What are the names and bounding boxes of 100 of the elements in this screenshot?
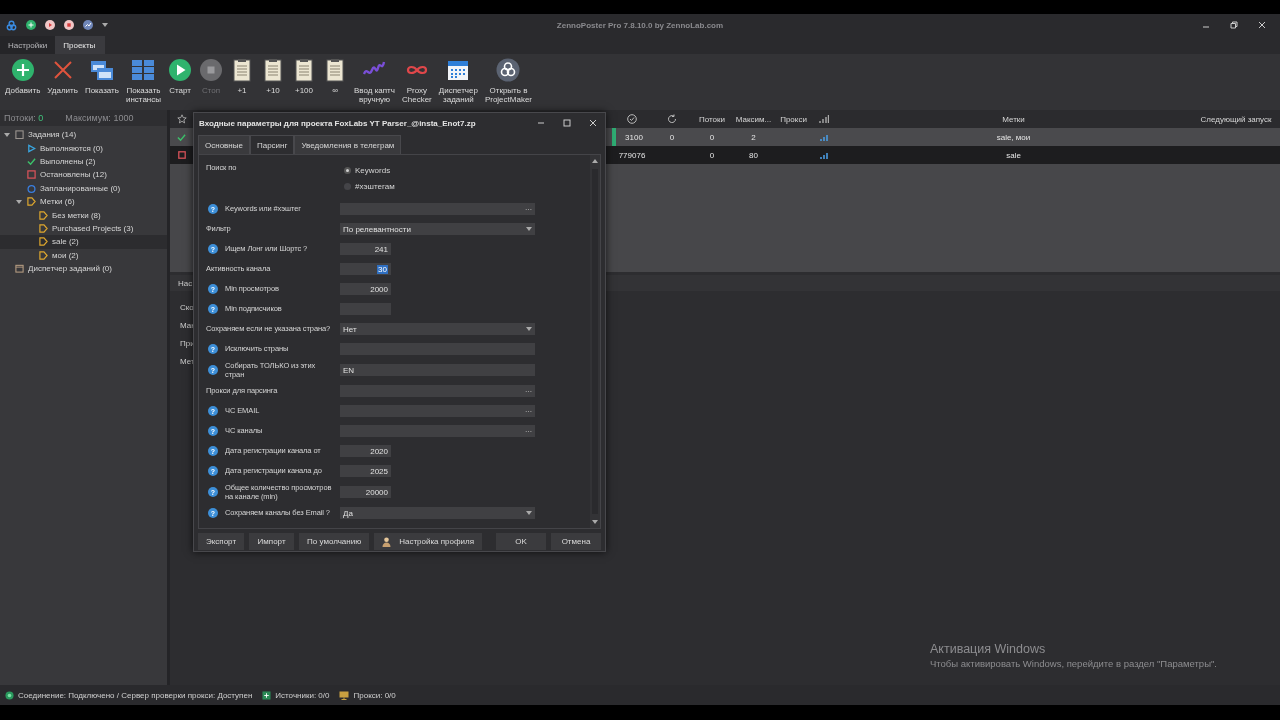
menu-tab[interactable]: Настройки bbox=[0, 36, 56, 54]
clipboard-icon bbox=[261, 58, 285, 82]
tree-item[interactable]: Выполняются (0) bbox=[0, 141, 167, 155]
radio-option[interactable]: Keywords bbox=[344, 165, 395, 175]
refresh-icon bbox=[667, 114, 677, 124]
stop-icon bbox=[199, 58, 223, 82]
counter-value: 1000 bbox=[113, 113, 134, 123]
scroll-down-icon[interactable] bbox=[592, 520, 598, 524]
close-icon[interactable] bbox=[589, 119, 597, 127]
check-icon bbox=[177, 132, 186, 142]
tree-item[interactable]: мои (2) bbox=[0, 248, 167, 262]
toolbar-button[interactable]: Старт bbox=[165, 58, 195, 95]
scrollbar[interactable] bbox=[590, 155, 600, 528]
tree-item[interactable]: sale (2) bbox=[0, 235, 167, 249]
tree-item[interactable]: Purchased Projects (3) bbox=[0, 221, 167, 236]
toolbar-button[interactable]: +1 bbox=[227, 58, 257, 95]
toolbar-button[interactable]: ∞ bbox=[320, 58, 350, 95]
caret-icon bbox=[526, 511, 532, 515]
field-label: Мет bbox=[180, 356, 195, 368]
grid-icon bbox=[131, 58, 156, 82]
counter-value: 0 bbox=[38, 113, 44, 123]
trefoil-icon[interactable] bbox=[6, 19, 17, 31]
minimize-icon[interactable] bbox=[537, 119, 545, 127]
input-field[interactable]: 2000 bbox=[340, 283, 391, 295]
tree-item[interactable]: Выполнены (2) bbox=[0, 154, 167, 169]
radio-icon[interactable] bbox=[344, 166, 351, 174]
dialog-button[interactable]: Импорт bbox=[249, 533, 295, 550]
toolbar-button[interactable]: Добавить bbox=[2, 58, 44, 95]
table-cell-text: 0 bbox=[708, 131, 716, 144]
tab[interactable]: Основные bbox=[198, 135, 250, 154]
clipboard-icon bbox=[292, 58, 316, 82]
radio-icon[interactable] bbox=[344, 182, 351, 190]
tree-item[interactable]: Задания (14) bbox=[0, 128, 167, 142]
notice-text: Чтобы активировать Windows, перейдите в раздел "Параметры". bbox=[930, 658, 1217, 669]
tree-item[interactable]: Без метки (8) bbox=[0, 208, 167, 222]
windows-icon bbox=[89, 58, 114, 82]
chart-icon[interactable] bbox=[83, 20, 93, 30]
dropdown[interactable]: По релевантности bbox=[340, 223, 535, 235]
caret-icon bbox=[526, 327, 532, 331]
dialog-button[interactable]: Настройка профиля bbox=[374, 533, 483, 550]
clipboard-icon bbox=[15, 130, 24, 140]
input-field[interactable]: EN bbox=[340, 364, 535, 376]
tree-item[interactable]: Диспетчер заданий (0) bbox=[0, 261, 167, 276]
status-text: Соединение: Подключено / Сервер проверки прокси: Доступен bbox=[18, 690, 253, 700]
radio-option[interactable]: #хэштегам bbox=[344, 181, 395, 191]
dialog-title: Входные параметры для проекта FoxLabs YT Parser_@insta_Enot7.zp bbox=[199, 118, 476, 128]
column-header[interactable]: Максим... bbox=[732, 114, 775, 124]
plus-circle-icon bbox=[10, 58, 35, 82]
toolbar-button[interactable]: Proxy Checker bbox=[398, 58, 435, 104]
toolbar-button[interactable]: +10 bbox=[258, 58, 288, 95]
dropdown[interactable]: Нет bbox=[340, 323, 535, 335]
column-header[interactable]: Потоки bbox=[692, 114, 732, 124]
dialog-button[interactable]: Отмена bbox=[551, 533, 601, 550]
input-field[interactable]: 2020 bbox=[340, 445, 391, 457]
column-header[interactable]: Следующий запуск bbox=[1192, 114, 1280, 124]
toolbar-button[interactable]: Ввод каптч вручную bbox=[351, 58, 398, 104]
column-header[interactable]: Прокси bbox=[775, 114, 812, 124]
dialog-button[interactable]: По умолчанию bbox=[299, 533, 370, 550]
person-icon bbox=[382, 536, 392, 547]
input-field[interactable]: 20000 bbox=[340, 486, 391, 498]
input-field[interactable]: 2025 bbox=[340, 465, 391, 477]
table-cell-text: sale bbox=[1005, 149, 1022, 162]
table-cell-text: sale, мои bbox=[995, 131, 1032, 144]
stop-icon[interactable] bbox=[64, 20, 74, 30]
dialog-button[interactable]: OK bbox=[496, 533, 546, 550]
tab[interactable]: Парсинг bbox=[249, 135, 295, 154]
toolbar-button[interactable]: Показать инстансы bbox=[122, 58, 164, 104]
tree-item[interactable]: Остановлены (12) bbox=[0, 168, 167, 182]
input-field[interactable]: 30 bbox=[340, 263, 391, 275]
tree-item[interactable]: Метки (6) bbox=[0, 194, 167, 209]
panel-tab[interactable]: Нас bbox=[178, 278, 193, 288]
menu-tab[interactable]: Проекты bbox=[55, 36, 106, 54]
scroll-up-icon[interactable] bbox=[592, 159, 598, 163]
toolbar-button[interactable]: Диспетчер заданий bbox=[435, 58, 481, 104]
table-cell-text: 0 bbox=[708, 149, 716, 162]
dropdown[interactable]: Да bbox=[340, 507, 535, 519]
column-header[interactable]: Метки bbox=[835, 114, 1192, 124]
toolbar-button[interactable]: Показать bbox=[81, 58, 122, 95]
table-cell-text: 80 bbox=[748, 149, 759, 162]
toolbar-button[interactable]: +100 bbox=[289, 58, 319, 95]
status-text: Источники: 0/0 bbox=[275, 690, 330, 700]
signal-bars-icon bbox=[818, 114, 829, 124]
star-icon[interactable] bbox=[176, 114, 187, 124]
status-text: Прокси: 0/0 bbox=[353, 690, 396, 700]
toolbar-button[interactable]: Удалить bbox=[44, 58, 81, 95]
check-icon bbox=[27, 156, 36, 166]
play-icon[interactable] bbox=[45, 20, 55, 30]
close-icon[interactable] bbox=[1258, 21, 1266, 29]
expand-arrow-icon bbox=[4, 132, 10, 137]
maximize-icon[interactable] bbox=[563, 119, 571, 127]
dialog-button[interactable]: Экспорт bbox=[198, 533, 245, 550]
tree-item[interactable]: Запланированные (0) bbox=[0, 181, 167, 195]
plus-circle-icon[interactable] bbox=[26, 20, 36, 30]
tab[interactable]: Уведомления в телеграм bbox=[294, 135, 402, 154]
restore-icon[interactable] bbox=[1230, 21, 1238, 29]
input-field[interactable]: 241 bbox=[340, 243, 391, 255]
table-cell-text: 2 bbox=[750, 131, 757, 144]
toolbar-button[interactable]: Открыть в ProjectMaker bbox=[481, 58, 535, 104]
signal-bars-icon bbox=[819, 151, 828, 159]
calendar-icon bbox=[15, 264, 24, 274]
